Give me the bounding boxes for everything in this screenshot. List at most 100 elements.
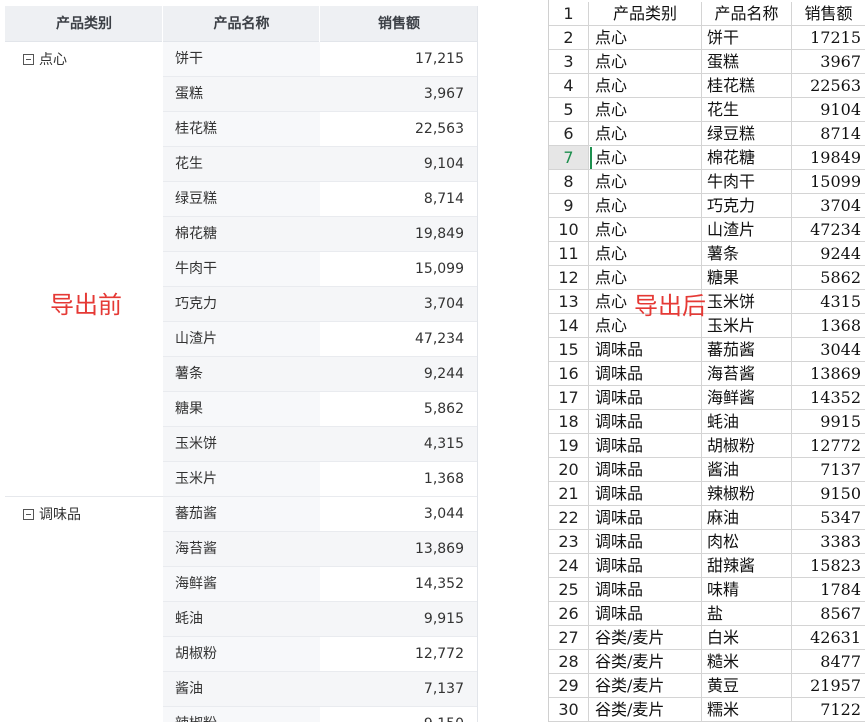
product-name-cell[interactable]: 糙米 — [702, 650, 792, 674]
category-cell[interactable]: 调味品 — [589, 458, 702, 482]
category-cell[interactable]: 谷类/麦片 — [589, 674, 702, 698]
row-number[interactable]: 28 — [549, 650, 589, 674]
sheet-row[interactable]: 2 点心 饼干 17215 — [549, 26, 865, 50]
sales-cell[interactable]: 9150 — [792, 482, 865, 506]
table-row[interactable]: 巧克力 3,704 — [163, 287, 478, 322]
sheet-row[interactable]: 7 点心 棉花糖 19849 — [549, 146, 865, 170]
product-name-cell[interactable]: 蕃茄酱 — [702, 338, 792, 362]
product-name-cell[interactable]: 蚝油 — [702, 410, 792, 434]
category-cell[interactable]: 点心 — [589, 194, 702, 218]
product-name-cell[interactable]: 胡椒粉 — [702, 434, 792, 458]
row-number[interactable]: 14 — [549, 314, 589, 338]
sheet-row[interactable]: 3 点心 蛋糕 3967 — [549, 50, 865, 74]
product-name-cell[interactable]: 黄豆 — [702, 674, 792, 698]
row-number[interactable]: 21 — [549, 482, 589, 506]
category-cell[interactable]: 调味品 — [589, 554, 702, 578]
row-number[interactable]: 8 — [549, 170, 589, 194]
table-row[interactable]: 糖果 5,862 — [163, 392, 478, 427]
category-cell[interactable]: 点心 — [589, 74, 702, 98]
category-cell[interactable]: 点心 — [589, 242, 702, 266]
product-name-cell[interactable]: 玉米片 — [702, 314, 792, 338]
sales-cell[interactable]: 5347 — [792, 506, 865, 530]
sheet-row[interactable]: 26 调味品盐 8567 — [549, 602, 865, 626]
category-cell[interactable]: 调味品 — [589, 530, 702, 554]
sales-cell[interactable]: 5862 — [792, 266, 865, 290]
sales-cell[interactable]: 15823 — [792, 554, 865, 578]
product-name-cell[interactable]: 蛋糕 — [702, 50, 792, 74]
category-cell[interactable]: 调味品 — [589, 410, 702, 434]
category-cell[interactable]: 点心 — [589, 50, 702, 74]
sheet-row[interactable]: 21 调味品 辣椒粉 9150 — [549, 482, 865, 506]
category-cell[interactable]: 点心 — [589, 26, 702, 50]
sales-cell[interactable]: 14352 — [792, 386, 865, 410]
table-row[interactable]: 玉米片 1,368 — [163, 462, 478, 497]
table-row[interactable]: 棉花糖 19,849 — [163, 217, 478, 252]
sales-cell[interactable]: 15099 — [792, 170, 865, 194]
sales-cell[interactable]: 3044 — [792, 338, 865, 362]
row-number[interactable]: 18 — [549, 410, 589, 434]
sheet-row[interactable]: 15 调味品 蕃茄酱 3044 — [549, 338, 865, 362]
product-name-cell[interactable]: 肉松 — [702, 530, 792, 554]
category-cell[interactable]: 谷类/麦片 — [589, 626, 702, 650]
sales-cell[interactable]: 8477 — [792, 650, 865, 674]
category-cell[interactable]: 调味品 — [589, 602, 702, 626]
sales-cell[interactable]: 1368 — [792, 314, 865, 338]
sheet-row[interactable]: 28 谷类/麦片 糙米 8477 — [549, 650, 865, 674]
category-cell[interactable]: 调味品 — [589, 362, 702, 386]
category-cell[interactable]: 调味品 — [589, 506, 702, 530]
sheet-row[interactable]: 25 调味品 味精 1784 — [549, 578, 865, 602]
row-number[interactable]: 17 — [549, 386, 589, 410]
sheet-row[interactable]: 27 谷类/麦片 白米 42631 — [549, 626, 865, 650]
sales-cell[interactable]: 3704 — [792, 194, 865, 218]
sheet-row[interactable]: 5 点心 花生 9104 — [549, 98, 865, 122]
sheet-row[interactable]: 30 谷类/麦片 糯米 7122 — [549, 698, 865, 722]
sheet-row[interactable]: 29 谷类/麦片 黄豆 21957 — [549, 674, 865, 698]
table-row[interactable]: 桂花糕 22,563 — [163, 112, 478, 147]
sheet-row[interactable]: 8 点心 牛肉干 15099 — [549, 170, 865, 194]
product-name-cell[interactable]: 海苔酱 — [702, 362, 792, 386]
row-number[interactable]: 15 — [549, 338, 589, 362]
sheet-row[interactable]: 19 调味品 胡椒粉 12772 — [549, 434, 865, 458]
sheet-row[interactable]: 9 点心 巧克力 3704 — [549, 194, 865, 218]
sales-cell[interactable]: 12772 — [792, 434, 865, 458]
table-row[interactable]: 饼干 17,215 — [163, 42, 478, 77]
sheet-row[interactable]: 20 调味品 酱油 7137 — [549, 458, 865, 482]
sheet-row[interactable]: 10 点心 山渣片 47234 — [549, 218, 865, 242]
category-cell[interactable]: 调味品 — [589, 578, 702, 602]
row-number[interactable]: 27 — [549, 626, 589, 650]
header-category[interactable]: 产品类别 — [5, 6, 163, 42]
product-name-cell[interactable]: 饼干 — [702, 26, 792, 50]
table-row[interactable]: 薯条 9,244 — [163, 357, 478, 392]
sheet-row[interactable]: 1 产品类别 产品名称 销售额 — [549, 2, 865, 26]
product-name-cell[interactable]: 山渣片 — [702, 218, 792, 242]
category-label[interactable]: 调味品 — [23, 505, 81, 525]
row-number[interactable]: 20 — [549, 458, 589, 482]
table-row[interactable]: 绿豆糕 8,714 — [163, 182, 478, 217]
category-cell[interactable]: 调味品 — [589, 482, 702, 506]
row-number[interactable]: 23 — [549, 530, 589, 554]
table-row[interactable]: 海鲜酱 14,352 — [163, 567, 478, 602]
row-number[interactable]: 22 — [549, 506, 589, 530]
row-number[interactable]: 10 — [549, 218, 589, 242]
sales-cell[interactable]: 9915 — [792, 410, 865, 434]
product-name-cell[interactable]: 花生 — [702, 98, 792, 122]
product-name-cell[interactable]: 甜辣酱 — [702, 554, 792, 578]
sales-cell[interactable]: 17215 — [792, 26, 865, 50]
table-row[interactable]: 蚝油 9,915 — [163, 602, 478, 637]
collapse-icon[interactable] — [23, 53, 34, 65]
category-cell[interactable]: 产品类别 — [589, 2, 702, 26]
sales-cell[interactable]: 3383 — [792, 530, 865, 554]
table-row[interactable]: 蛋糕 3,967 — [163, 77, 478, 112]
row-number[interactable]: 29 — [549, 674, 589, 698]
sheet-row[interactable]: 11 点心 薯条 9244 — [549, 242, 865, 266]
row-number[interactable]: 26 — [549, 602, 589, 626]
header-sales[interactable]: 销售额 — [320, 6, 478, 42]
row-number[interactable]: 5 — [549, 98, 589, 122]
category-cell[interactable]: 点心 — [589, 218, 702, 242]
row-number[interactable]: 13 — [549, 290, 589, 314]
product-name-cell[interactable]: 巧克力 — [702, 194, 792, 218]
product-name-cell[interactable]: 绿豆糕 — [702, 122, 792, 146]
table-row[interactable]: 酱油 7,137 — [163, 672, 478, 707]
table-row[interactable]: 玉米饼 4,315 — [163, 427, 478, 462]
category-cell[interactable]: 点心 — [589, 122, 702, 146]
